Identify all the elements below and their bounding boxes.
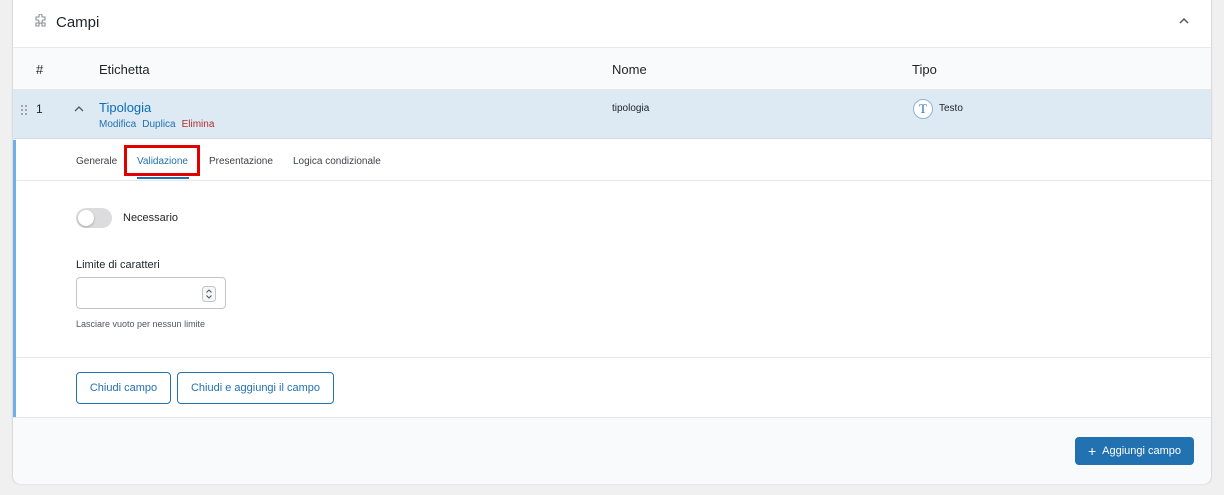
chevron-up-icon[interactable]: [73, 103, 85, 115]
char-limit-input[interactable]: [76, 277, 226, 309]
settings-tabs: Generale Validazione Presentazione Logic…: [16, 140, 1211, 181]
field-name: tipologia: [612, 103, 650, 114]
puzzle-icon: [35, 14, 46, 27]
field-type: Testo: [939, 103, 963, 114]
tab-general[interactable]: Generale: [76, 156, 117, 167]
chevron-up-icon[interactable]: [1177, 14, 1191, 28]
drag-handle-icon[interactable]: [20, 104, 28, 116]
panel-header[interactable]: Campi: [13, 0, 1211, 48]
add-field-button[interactable]: + Aggiungi campo: [1075, 437, 1194, 465]
row-number: 1: [36, 102, 43, 116]
toggle-knob: [78, 210, 94, 226]
header-name: Nome: [612, 62, 647, 77]
plus-icon: +: [1087, 443, 1097, 459]
required-toggle[interactable]: [76, 208, 112, 228]
header-label: Etichetta: [99, 62, 150, 77]
close-and-add-button[interactable]: Chiudi e aggiungi il campo: [177, 372, 334, 404]
header-number: #: [36, 62, 44, 77]
panel-footer: + Aggiungi campo: [13, 417, 1211, 484]
close-field-button[interactable]: Chiudi campo: [76, 372, 171, 404]
edit-link[interactable]: Modifica: [99, 119, 136, 130]
field-settings: Generale Validazione Presentazione Logic…: [13, 140, 1211, 417]
row-actions: Modifica Duplica Elimina: [99, 119, 214, 130]
char-limit-label: Limite di caratteri: [76, 259, 160, 271]
add-field-label: Aggiungi campo: [1102, 445, 1182, 457]
spinner-icon[interactable]: [202, 286, 216, 302]
char-limit-help: Lasciare vuoto per nessun limite: [76, 319, 206, 329]
header-type: Tipo: [912, 62, 937, 77]
delete-link[interactable]: Elimina: [182, 119, 215, 130]
required-label: Necessario: [123, 212, 179, 224]
field-label-link[interactable]: Tipologia: [99, 100, 151, 115]
active-tab-indicator: [137, 177, 189, 179]
fields-panel: Campi # Etichetta Nome Tipo 1 Tipologia …: [12, 0, 1212, 484]
table-row[interactable]: 1 Tipologia Modifica Duplica Elimina tip…: [13, 90, 1211, 139]
table-header: # Etichetta Nome Tipo: [13, 48, 1211, 90]
highlight-box: [124, 145, 200, 176]
text-type-icon: T: [913, 99, 933, 119]
tab-presentation[interactable]: Presentazione: [209, 156, 273, 167]
settings-button-bar: Chiudi campo Chiudi e aggiungi il campo: [16, 357, 1211, 417]
panel-title: Campi: [56, 14, 100, 31]
duplicate-link[interactable]: Duplica: [142, 119, 175, 130]
tab-conditional-logic[interactable]: Logica condizionale: [293, 156, 381, 167]
